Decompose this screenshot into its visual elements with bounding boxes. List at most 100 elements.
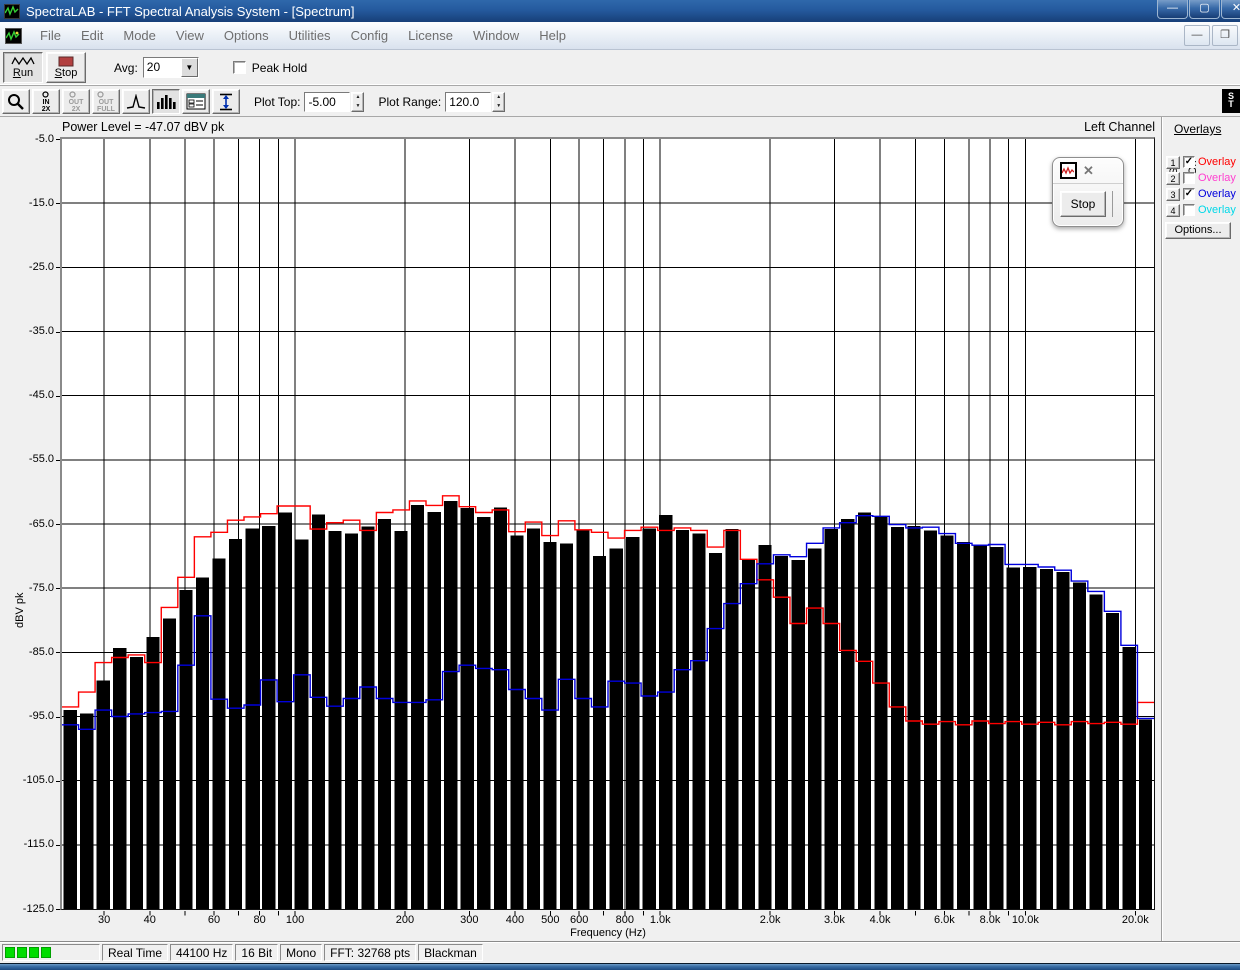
- status-segment: 16 Bit: [235, 944, 279, 961]
- level-block: [5, 947, 15, 958]
- y-tick-mark: [56, 395, 60, 397]
- down-arrow-icon: ▼: [496, 102, 502, 109]
- y-tick-label: -55.0: [28, 453, 54, 466]
- down-arrow-icon: ▼: [355, 102, 361, 109]
- signal-generator-icon[interactable]: ST: [1222, 89, 1240, 113]
- menu-item-mode[interactable]: Mode: [113, 24, 166, 47]
- y-tick-mark: [56, 524, 60, 525]
- spectrum-svg: [62, 139, 1154, 909]
- menu-item-edit[interactable]: Edit: [71, 24, 113, 47]
- zoom-out-full-icon: OUT FULL: [97, 90, 115, 113]
- y-tick-label: -115.0: [23, 838, 54, 851]
- y-tick-mark: [56, 203, 60, 205]
- mini-dialog-titlebar[interactable]: ✕: [1053, 158, 1123, 184]
- chevron-down-icon[interactable]: ▼: [180, 58, 198, 77]
- mdi-restore-icon[interactable]: ❐: [1212, 25, 1238, 46]
- avg-value: 20: [146, 60, 161, 74]
- stop-rect-icon: [58, 56, 74, 67]
- mdi-minimize-icon[interactable]: —: [1184, 25, 1210, 46]
- bar-chart-icon: [156, 94, 176, 110]
- menu-item-file[interactable]: File: [30, 24, 71, 47]
- plot-top-field[interactable]: -5.00: [304, 91, 351, 112]
- y-tick-label: -25.0: [28, 260, 54, 273]
- document-icon: [5, 27, 22, 44]
- recorder-mini-dialog[interactable]: ✕ Stop: [1052, 157, 1124, 227]
- maximize-icon[interactable]: ▢: [1189, 0, 1220, 19]
- updown-arrow-icon: [218, 93, 234, 111]
- peak-hold-checkbox[interactable]: [232, 61, 246, 74]
- overlay-row-2: 2 Overlay: [1166, 171, 1236, 185]
- waveform-icon: [11, 56, 35, 66]
- mini-close-icon[interactable]: ✕: [1083, 163, 1094, 179]
- overlay-set-button-3[interactable]: 3: [1166, 187, 1180, 201]
- overlays-title[interactable]: Overlays: [1174, 122, 1221, 136]
- up-arrow-icon: ▲: [355, 93, 361, 100]
- minimize-icon[interactable]: —: [1157, 0, 1188, 19]
- y-tick-mark: [56, 459, 60, 461]
- y-tick-mark: [56, 267, 60, 269]
- up-arrow-icon: ▲: [496, 93, 502, 100]
- overlay-set-button-4[interactable]: 4: [1166, 203, 1180, 217]
- y-tick-mark: [56, 652, 60, 654]
- display-options-button[interactable]: [182, 89, 210, 114]
- zoom-cursor-button[interactable]: [2, 89, 30, 114]
- level-block: [29, 947, 39, 958]
- spectrum-view: Power Level = -47.07 dBV pk Left Channel…: [0, 117, 1240, 941]
- overlay-options-button[interactable]: Options...: [1165, 222, 1231, 239]
- y-tick-label: -125.0: [22, 902, 54, 915]
- menu-item-utilities[interactable]: Utilities: [279, 24, 341, 47]
- menu-item-license[interactable]: License: [398, 24, 463, 47]
- zoom-in-2x-button[interactable]: IN 2X: [32, 89, 60, 114]
- stop-button[interactable]: Stop: [46, 52, 86, 83]
- peak-curve-button[interactable]: [122, 89, 150, 114]
- menu-items: File Edit Mode View Options Utilities Config Li…: [30, 27, 576, 45]
- overlay-label-1: Overlay: [1198, 156, 1236, 168]
- avg-combobox[interactable]: 20 ▼: [142, 57, 199, 78]
- status-segment: Blackman: [418, 944, 483, 961]
- y-tick-mark: [56, 780, 60, 782]
- menu-item-config[interactable]: Config: [341, 24, 399, 47]
- plot-range-field[interactable]: 120.0: [445, 91, 492, 112]
- zoom-out-full-button: OUT FULL: [92, 89, 120, 114]
- zoom-out-2x-icon: OUT 2X: [69, 90, 83, 113]
- overlay-on-checkbox-4[interactable]: [1183, 204, 1195, 216]
- y-tick-mark: [56, 588, 60, 590]
- vertical-range-button[interactable]: [212, 89, 240, 114]
- menu-item-view[interactable]: View: [166, 24, 214, 47]
- overlay-row-3: 3 ✓ Overlay: [1166, 187, 1236, 201]
- zoom-out-2x-button: OUT 2X: [62, 89, 90, 114]
- y-tick-label: -85.0: [28, 645, 54, 658]
- overlay-set-button-2[interactable]: 2: [1166, 171, 1180, 185]
- menu-item-help[interactable]: Help: [529, 24, 576, 47]
- menu-bar: File Edit Mode View Options Utilities Config Li…: [0, 22, 1240, 50]
- overlay-on-checkbox-3[interactable]: ✓: [1183, 188, 1195, 200]
- main-toolbar: Run Stop Avg: 20 ▼ Peak Hold: [0, 50, 1240, 86]
- overlay-set-button-1[interactable]: 1: [1166, 155, 1180, 169]
- plot-top-spinner[interactable]: ▲ ▼: [351, 91, 365, 112]
- run-button[interactable]: Run: [3, 52, 43, 83]
- peak-curve-icon: [126, 93, 146, 110]
- level-block: [17, 947, 27, 958]
- plot-range-spinner[interactable]: ▲ ▼: [492, 91, 506, 112]
- spectralab-window: SpectraLAB - FFT Spectral Analysis Syste…: [0, 0, 1240, 970]
- y-tick-label: -95.0: [28, 710, 54, 722]
- x-axis-ticks: [103, 911, 1136, 916]
- title-bar[interactable]: SpectraLAB - FFT Spectral Analysis Syste…: [0, 0, 1240, 22]
- close-icon[interactable]: ✕: [1221, 0, 1240, 19]
- status-bar: Real Time 44100 Hz 16 Bit Mono FFT: 32768 pt…: [0, 941, 1240, 963]
- y-tick-label: -15.0: [28, 196, 54, 209]
- menu-item-window[interactable]: Window: [463, 24, 529, 47]
- peak-hold-label: Peak Hold: [251, 60, 308, 75]
- windows-taskbar-edge[interactable]: [0, 963, 1240, 970]
- overlay-row-4: 4 Overlay: [1166, 203, 1236, 217]
- y-tick-mark: [56, 909, 60, 910]
- menu-item-options[interactable]: Options: [214, 24, 279, 47]
- avg-label: Avg:: [114, 60, 138, 75]
- spectrum-plot[interactable]: [60, 137, 1155, 910]
- mini-stop-button[interactable]: Stop: [1060, 191, 1106, 217]
- overlay-on-checkbox-1[interactable]: ✓: [1183, 156, 1195, 168]
- overlay-on-checkbox-2[interactable]: [1183, 172, 1195, 184]
- y-tick-label: -45.0: [28, 389, 54, 402]
- zoom-toolbar: IN 2X OUT 2X OUT FULL Plot Top: -5.00 ▲ ▼ Plot…: [0, 87, 1240, 117]
- bar-display-button[interactable]: [152, 89, 180, 114]
